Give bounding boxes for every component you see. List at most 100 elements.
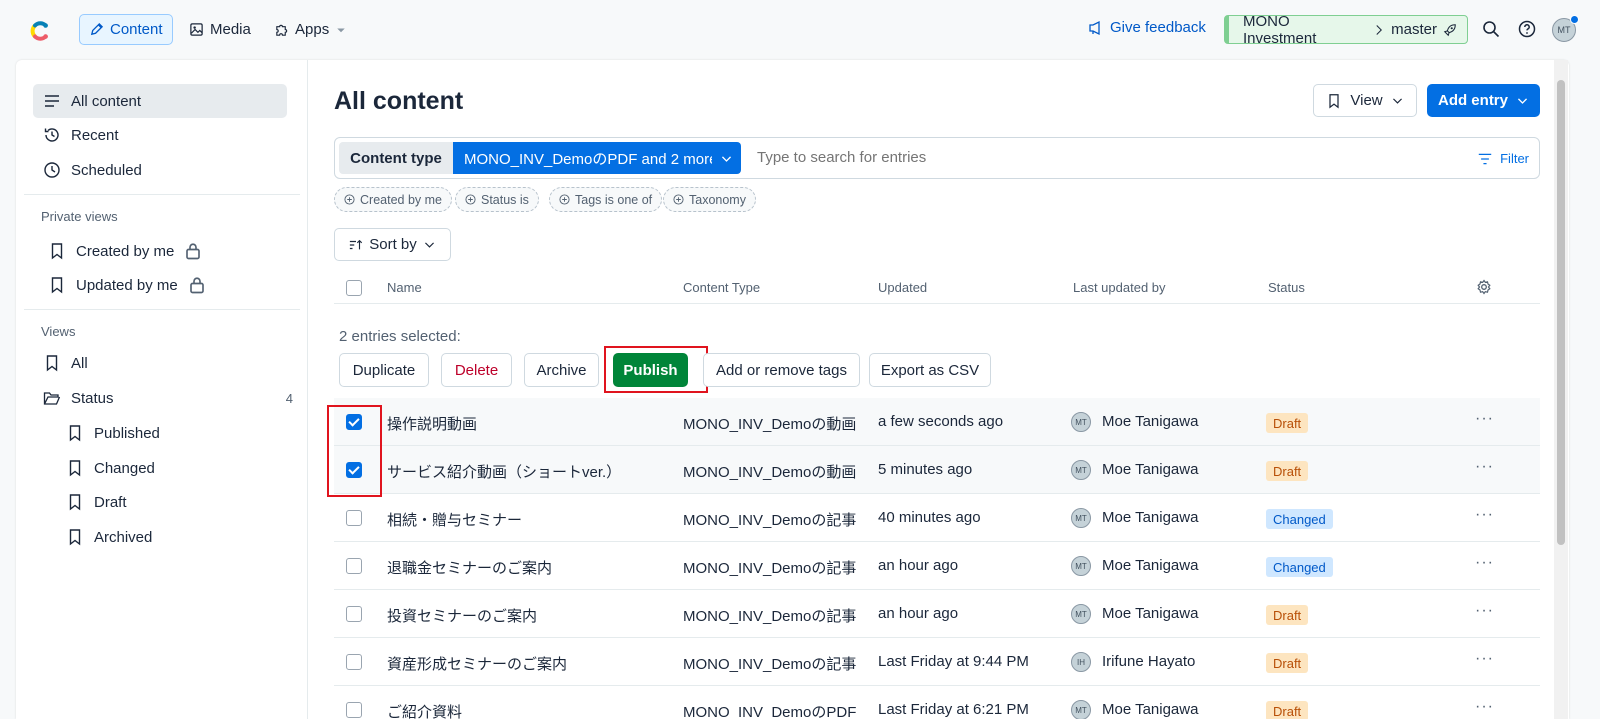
nav-media[interactable]: Media	[180, 14, 260, 45]
give-feedback-link[interactable]: Give feedback	[1088, 19, 1206, 36]
publish-highlight-box	[604, 346, 708, 393]
table-row[interactable]: 操作説明動画 MONO_INV_Demoの動画 a few seconds ag…	[334, 398, 1540, 446]
column-last-updated-by[interactable]: Last updated by	[1073, 280, 1166, 295]
sidebar-folder-status[interactable]: Status 4	[43, 381, 293, 415]
entry-name[interactable]: ご紹介資料	[387, 701, 462, 719]
contentful-logo-icon[interactable]	[26, 18, 52, 44]
nav-media-label: Media	[210, 21, 251, 38]
sidebar-item-draft[interactable]: Draft	[66, 485, 127, 519]
search-icon[interactable]	[1482, 20, 1500, 38]
entry-updated: a few seconds ago	[878, 413, 1004, 430]
status-badge: Draft	[1266, 413, 1309, 433]
view-button[interactable]: View	[1313, 84, 1417, 117]
entry-name[interactable]: サービス紹介動画（ショートver.）	[387, 461, 621, 482]
sidebar-item-updated-by-me[interactable]: Updated by me	[48, 268, 206, 302]
sidebar-item-all-content[interactable]: All content	[33, 84, 287, 118]
scrollbar-thumb[interactable]	[1557, 80, 1565, 545]
sidebar-item-label: Status	[71, 389, 114, 407]
entry-content-type: MONO_INV_Demoの動画	[683, 464, 857, 481]
entry-name[interactable]: 相続・贈与セミナー	[387, 509, 522, 530]
private-views-heading: Private views	[41, 209, 118, 224]
pen-icon	[90, 22, 104, 36]
row-checkbox[interactable]	[346, 606, 362, 622]
column-updated[interactable]: Updated	[878, 280, 927, 295]
more-actions-icon[interactable]: ···	[1475, 506, 1494, 524]
add-entry-button[interactable]: Add entry	[1427, 84, 1540, 117]
more-actions-icon[interactable]: ···	[1475, 650, 1494, 668]
table-row[interactable]: 退職金セミナーのご案内 MONO_INV_Demoの記事 an hour ago…	[334, 542, 1540, 590]
more-actions-icon[interactable]: ···	[1475, 458, 1494, 476]
row-checkbox[interactable]	[346, 702, 362, 718]
chevron-right-icon	[1376, 24, 1383, 35]
entry-updated: Last Friday at 9:44 PM	[878, 653, 1029, 670]
row-checkbox[interactable]	[346, 654, 362, 670]
select-all-checkbox[interactable]	[346, 280, 362, 296]
history-icon	[44, 128, 59, 142]
entry-name[interactable]: 退職金セミナーのご案内	[387, 557, 552, 578]
sidebar-item-all[interactable]: All	[43, 346, 88, 380]
user-avatar: MT	[1071, 556, 1091, 576]
filter-pill-taxonomy[interactable]: Taxonomy	[663, 187, 756, 212]
content-panel: All content Recent Scheduled Private vie…	[16, 60, 1569, 719]
table-row[interactable]: 資産形成セミナーのご案内 MONO_INV_Demoの記事 Last Frida…	[334, 638, 1540, 686]
more-actions-icon[interactable]: ···	[1475, 554, 1494, 572]
sidebar-item-scheduled[interactable]: Scheduled	[43, 153, 142, 187]
entry-name[interactable]: 資産形成セミナーのご案内	[387, 653, 567, 674]
content-type-dropdown[interactable]: MONO_INV_DemoのPDF and 2 more ...	[453, 142, 741, 174]
sidebar-item-label: All content	[71, 92, 142, 110]
nav-apps[interactable]: Apps	[265, 14, 356, 45]
archive-button[interactable]: Archive	[524, 353, 599, 387]
column-status[interactable]: Status	[1268, 280, 1305, 295]
more-actions-icon[interactable]: ···	[1475, 410, 1494, 428]
row-checkbox[interactable]	[346, 510, 362, 526]
filter-pill-tags[interactable]: Tags is one of	[549, 187, 663, 212]
duplicate-button[interactable]: Duplicate	[339, 353, 429, 387]
more-actions-icon[interactable]: ···	[1475, 602, 1494, 620]
filter-button[interactable]: Filter	[1476, 151, 1529, 166]
status-badge: Draft	[1266, 701, 1309, 719]
sort-by-label: Sort by	[369, 236, 417, 253]
search-input[interactable]	[757, 149, 1397, 166]
user-avatar: MT	[1071, 604, 1091, 624]
sidebar-item-archived[interactable]: Archived	[66, 520, 152, 554]
entry-name[interactable]: 投資セミナーのご案内	[387, 605, 537, 626]
feedback-icon	[1089, 20, 1100, 35]
delete-button[interactable]: Delete	[441, 353, 512, 387]
sidebar-item-recent[interactable]: Recent	[43, 118, 119, 152]
status-badge: Draft	[1266, 605, 1309, 625]
sort-by-button[interactable]: Sort by	[334, 228, 451, 261]
help-icon[interactable]	[1518, 20, 1536, 38]
column-content-type[interactable]: Content Type	[683, 280, 760, 295]
sidebar-item-published[interactable]: Published	[66, 416, 160, 450]
space-name: MONO Investment	[1243, 12, 1317, 47]
content-type-value: MONO_INV_DemoのPDF and 2 more ...	[464, 150, 712, 168]
rocket-icon	[1443, 23, 1456, 36]
gear-icon[interactable]	[1476, 279, 1492, 295]
row-checkbox[interactable]	[346, 558, 362, 574]
table-row[interactable]: 相続・贈与セミナー MONO_INV_Demoの記事 40 minutes ag…	[334, 494, 1540, 542]
sidebar-item-changed[interactable]: Changed	[66, 451, 155, 485]
entry-updated: an hour ago	[878, 557, 959, 574]
column-name[interactable]: Name	[387, 280, 422, 295]
page-scrollbar[interactable]	[1554, 60, 1568, 719]
sidebar-item-created-by-me[interactable]: Created by me	[48, 234, 202, 268]
filter-pill-status[interactable]: Status is	[455, 187, 539, 212]
export-csv-button[interactable]: Export as CSV	[869, 353, 991, 387]
table-row[interactable]: ご紹介資料 MONO_INV_DemoのPDF Last Friday at 6…	[334, 686, 1540, 719]
table-row[interactable]: サービス紹介動画（ショートver.） MONO_INV_Demoの動画 5 mi…	[334, 446, 1540, 494]
bookmark-icon	[51, 277, 63, 294]
filter-pill-created-by-me[interactable]: Created by me	[334, 187, 452, 212]
sidebar-item-label: All	[71, 354, 88, 372]
lock-icon	[189, 277, 204, 294]
entry-content-type: MONO_INV_Demoの記事	[683, 560, 857, 577]
more-actions-icon[interactable]: ···	[1475, 698, 1494, 716]
environment-selector[interactable]: MONO Investment master	[1224, 12, 1468, 47]
notification-dot	[1570, 15, 1579, 24]
nav-content[interactable]: Content	[79, 14, 173, 45]
sidebar-item-label: Recent	[71, 126, 119, 144]
filter-icon	[1478, 153, 1492, 164]
user-avatar: IH	[1071, 652, 1091, 672]
entry-name[interactable]: 操作説明動画	[387, 413, 477, 434]
table-row[interactable]: 投資セミナーのご案内 MONO_INV_Demoの記事 an hour ago …	[334, 590, 1540, 638]
add-remove-tags-button[interactable]: Add or remove tags	[703, 353, 860, 387]
